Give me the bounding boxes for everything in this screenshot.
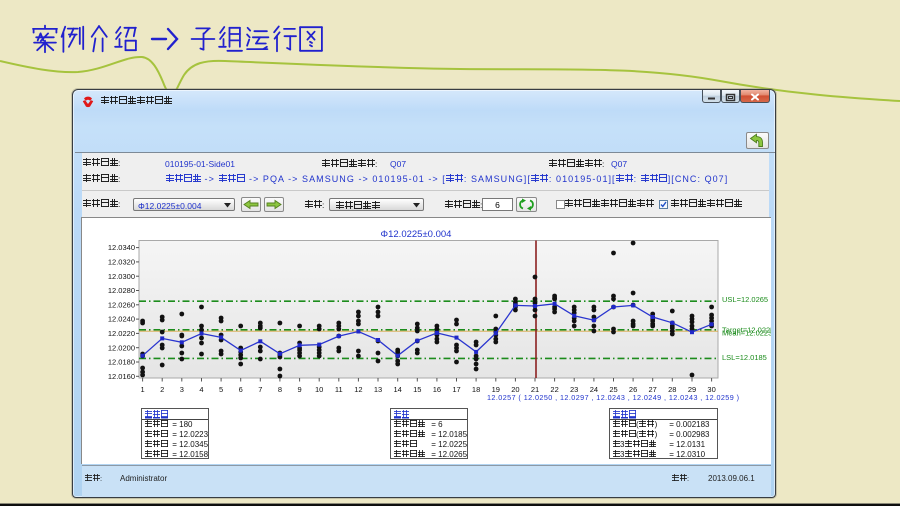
svg-text:5: 5 bbox=[219, 385, 223, 394]
svg-text:Φ12.0225±0.004: Φ12.0225±0.004 bbox=[381, 229, 452, 240]
svg-text:12.0220: 12.0220 bbox=[108, 329, 135, 338]
svg-text:2: 2 bbox=[160, 385, 164, 394]
svg-text:USL=12.0265: USL=12.0265 bbox=[722, 295, 768, 304]
svg-text:17: 17 bbox=[452, 385, 460, 394]
svg-text:12.0200: 12.0200 bbox=[108, 343, 135, 352]
svg-text:12.0257 ( 12.0250 , 12.0297 ,: 12.0257 ( 12.0250 , 12.0297 , 12.0243 , … bbox=[487, 393, 739, 402]
svg-text:12: 12 bbox=[354, 385, 362, 394]
svg-text:12.0260: 12.0260 bbox=[108, 300, 135, 309]
svg-text:11: 11 bbox=[335, 385, 343, 394]
svg-text:12.0240: 12.0240 bbox=[108, 315, 135, 324]
svg-text:12.0160: 12.0160 bbox=[108, 372, 135, 381]
svg-text:LSL=12.0185: LSL=12.0185 bbox=[722, 353, 767, 362]
svg-text:10: 10 bbox=[315, 385, 323, 394]
svg-text:14: 14 bbox=[394, 385, 402, 394]
svg-text:16: 16 bbox=[433, 385, 441, 394]
svg-text:4: 4 bbox=[199, 385, 203, 394]
svg-text:3: 3 bbox=[180, 385, 184, 394]
svg-text:12.0340: 12.0340 bbox=[108, 243, 135, 252]
svg-text:Mean=12.0223: Mean=12.0223 bbox=[722, 329, 771, 338]
svg-text:7: 7 bbox=[258, 385, 262, 394]
svg-text:12.0320: 12.0320 bbox=[108, 258, 135, 267]
svg-text:1: 1 bbox=[141, 385, 145, 394]
svg-text:6: 6 bbox=[239, 385, 243, 394]
svg-text:15: 15 bbox=[413, 385, 421, 394]
svg-text:8: 8 bbox=[278, 385, 282, 394]
svg-text:18: 18 bbox=[472, 385, 480, 394]
svg-text:12.0280: 12.0280 bbox=[108, 286, 135, 295]
svg-text:13: 13 bbox=[374, 385, 382, 394]
svg-text:9: 9 bbox=[298, 385, 302, 394]
svg-text:12.0180: 12.0180 bbox=[108, 358, 135, 367]
svg-text:12.0300: 12.0300 bbox=[108, 272, 135, 281]
